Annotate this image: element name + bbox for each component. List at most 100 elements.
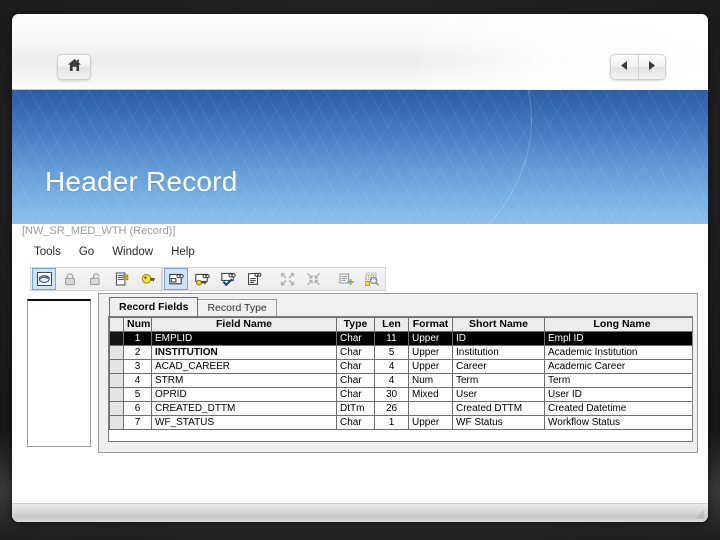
row-selector-cell[interactable] bbox=[109, 331, 124, 346]
menu-item-go[interactable]: Go bbox=[79, 246, 94, 258]
cell-len: 30 bbox=[374, 387, 409, 402]
page-title: Header Record bbox=[45, 166, 238, 197]
cell-short-name: Created DTTM bbox=[452, 401, 545, 416]
cell-format: Upper bbox=[408, 359, 453, 374]
cell-len: 5 bbox=[374, 345, 409, 360]
cell-num: 2 bbox=[123, 345, 152, 360]
resize-grip-icon[interactable] bbox=[693, 508, 705, 520]
row-selector-cell[interactable] bbox=[109, 387, 124, 402]
cell-num: 7 bbox=[123, 415, 152, 430]
record-fields-grid-container[interactable]: Num Field Name Type Len Format Short Nam… bbox=[108, 316, 693, 442]
app-window-title: [NW_SR_MED_WTH (Record)] bbox=[22, 225, 176, 237]
left-pane-project-tree[interactable] bbox=[27, 299, 91, 447]
grid-col-format[interactable]: Format bbox=[408, 317, 453, 332]
cell-len: 4 bbox=[374, 359, 409, 374]
table-row[interactable]: 5 OPRID Char 30 Mixed User User ID bbox=[109, 387, 692, 402]
next-slide-button[interactable] bbox=[639, 55, 666, 79]
home-button[interactable] bbox=[57, 54, 91, 80]
cell-type: DtTm bbox=[336, 401, 375, 416]
grid-col-type[interactable]: Type bbox=[336, 317, 375, 332]
grid-col-short-name[interactable]: Short Name bbox=[452, 317, 545, 332]
menubar: Tools Go Window Help bbox=[12, 241, 708, 263]
cell-long-name: Workflow Status bbox=[544, 415, 692, 430]
row-selector-cell[interactable] bbox=[109, 359, 124, 374]
banner-arc-decoration bbox=[12, 90, 532, 224]
cell-field-name: ACAD_CAREER bbox=[151, 359, 337, 374]
cell-type: Char bbox=[336, 331, 375, 346]
app-body: Record Fields Record Type Num Field Name… bbox=[12, 293, 708, 453]
tab-record-type[interactable]: Record Type bbox=[197, 299, 277, 316]
cell-field-name: CREATED_DTTM bbox=[151, 401, 337, 416]
key-yellow-icon[interactable] bbox=[136, 268, 160, 290]
field-key-icon[interactable] bbox=[190, 268, 214, 290]
cell-field-name: INSTITUTION bbox=[151, 345, 337, 360]
cell-short-name: WF Status bbox=[452, 415, 545, 430]
collapse-all-icon[interactable] bbox=[301, 268, 325, 290]
window-footer-bar bbox=[12, 503, 708, 522]
row-selector-cell[interactable] bbox=[109, 345, 124, 360]
previous-slide-button[interactable] bbox=[611, 55, 639, 79]
table-row[interactable]: 3 ACAD_CAREER Char 4 Upper Career Academic Car… bbox=[109, 359, 692, 374]
grid-col-num[interactable]: Num bbox=[123, 317, 152, 332]
cell-short-name: Career bbox=[452, 359, 545, 374]
cell-long-name: Term bbox=[544, 373, 692, 388]
cell-format: Upper bbox=[408, 345, 453, 360]
cell-len: 26 bbox=[374, 401, 409, 416]
home-icon bbox=[67, 58, 82, 77]
field-edit-icon[interactable] bbox=[242, 268, 266, 290]
table-row[interactable]: 1 EMPLID Char 11 Upper ID Empl ID bbox=[109, 331, 692, 346]
cell-format: Upper bbox=[408, 331, 453, 346]
cell-type: Char bbox=[336, 345, 375, 360]
table-row[interactable]: 2 INSTITUTION Char 5 Upper Institution Academi… bbox=[109, 345, 692, 360]
grid-header-row: Num Field Name Type Len Format Short Nam… bbox=[109, 317, 692, 332]
grid-col-field-name[interactable]: Field Name bbox=[151, 317, 337, 332]
cell-num: 4 bbox=[123, 373, 152, 388]
toolbar-row: 10101 01010 bbox=[12, 264, 708, 293]
lock-open-icon[interactable] bbox=[84, 268, 108, 290]
cell-long-name: Academic Career bbox=[544, 359, 692, 374]
menu-item-help[interactable]: Help bbox=[171, 246, 195, 258]
cell-format bbox=[408, 401, 453, 416]
field-check-icon[interactable] bbox=[216, 268, 240, 290]
tab-record-fields[interactable]: Record Fields bbox=[109, 297, 199, 316]
insert-field-icon[interactable] bbox=[334, 268, 358, 290]
lock-closed-icon[interactable] bbox=[58, 268, 82, 290]
app-titlebar: [NW_SR_MED_WTH (Record)] bbox=[12, 224, 708, 241]
cell-num: 6 bbox=[123, 401, 152, 416]
cell-field-name: OPRID bbox=[151, 387, 337, 402]
document-list-icon[interactable] bbox=[110, 268, 134, 290]
row-selector-cell[interactable] bbox=[109, 373, 124, 388]
cell-num: 5 bbox=[123, 387, 152, 402]
table-row[interactable]: 6 CREATED_DTTM DtTm 26 Created DTTM Created D… bbox=[109, 401, 692, 416]
grid-col-len[interactable]: Len bbox=[374, 317, 409, 332]
record-properties-icon[interactable] bbox=[32, 268, 56, 290]
grid-col-long-name[interactable]: Long Name bbox=[544, 317, 692, 332]
triangle-right-icon bbox=[646, 58, 657, 76]
cell-short-name: User bbox=[452, 387, 545, 402]
cell-type: Char bbox=[336, 373, 375, 388]
row-selector-cell[interactable] bbox=[109, 415, 124, 430]
toolbar-group-field-tools: 10101 01010 bbox=[162, 267, 386, 291]
cell-long-name: Academic Institution bbox=[544, 345, 692, 360]
record-fields-grid: Num Field Name Type Len Format Short Nam… bbox=[109, 317, 692, 430]
presentation-chrome-bar bbox=[12, 14, 708, 90]
expand-all-icon[interactable] bbox=[275, 268, 299, 290]
toolbar-separator-2 bbox=[326, 268, 333, 290]
toolbar-separator bbox=[267, 268, 274, 290]
cell-num: 3 bbox=[123, 359, 152, 374]
grid-body: 1 EMPLID Char 11 Upper ID Empl ID 2 INSTITUTION C… bbox=[109, 331, 692, 430]
slide-card: Header Record [NW_SR_MED_WTH (Record)] T… bbox=[12, 14, 708, 522]
navigation-buttons bbox=[610, 54, 666, 80]
table-row[interactable]: 4 STRM Char 4 Num Term Term bbox=[109, 373, 692, 388]
row-selector-cell[interactable] bbox=[109, 401, 124, 416]
cell-type: Char bbox=[336, 415, 375, 430]
slide-banner bbox=[12, 90, 708, 224]
menu-item-tools[interactable]: Tools bbox=[34, 246, 61, 258]
menu-item-window[interactable]: Window bbox=[112, 246, 153, 258]
slide-content-area bbox=[12, 453, 708, 504]
build-sql-icon[interactable]: 10101 01010 bbox=[360, 268, 384, 290]
table-row[interactable]: 7 WF_STATUS Char 1 Upper WF Status Workflow St… bbox=[109, 415, 692, 430]
cell-num: 1 bbox=[123, 331, 152, 346]
field-display-icon[interactable] bbox=[164, 268, 188, 290]
grid-col-select[interactable] bbox=[109, 317, 124, 332]
